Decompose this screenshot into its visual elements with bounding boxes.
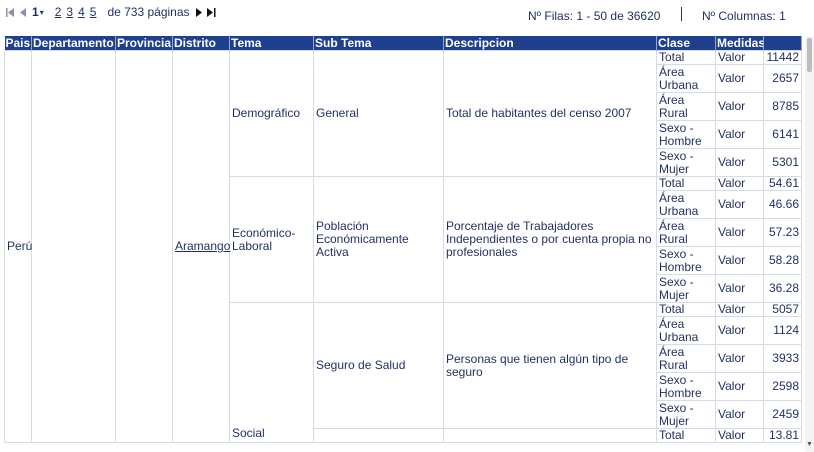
cell-medida: Valor (715, 274, 764, 303)
cell-value: 8785 (763, 92, 802, 121)
cell-clase: Total (656, 428, 716, 443)
cell-value: 36.28 (763, 274, 802, 303)
cell-medida: Valor (715, 218, 764, 247)
cell-clase: Sexo - Hombre (656, 246, 716, 275)
cell-tema: Económico-Laboral (229, 176, 314, 303)
cell-clase: Área Rural (656, 218, 716, 247)
next-page-icon[interactable] (195, 7, 202, 18)
cell-value: 1124 (763, 316, 802, 345)
current-page: 1 (32, 5, 39, 19)
page-link[interactable]: 4 (78, 5, 85, 19)
page-link[interactable]: 2 (55, 5, 62, 19)
cell-subtema: General (313, 50, 444, 177)
cell-value: 2598 (763, 372, 802, 401)
cell-clase: Total (656, 50, 716, 65)
col-header-tema[interactable]: Tema (229, 36, 314, 51)
cell-departamento (31, 50, 116, 443)
data-grid: Pais Departamento Provincia Distrito Tem… (4, 36, 805, 452)
page-link[interactable]: 5 (90, 5, 97, 19)
cell-clase: Sexo - Hombre (656, 372, 716, 401)
cell-pais: Perú (4, 50, 32, 443)
page-count-label: de 733 páginas (107, 5, 190, 19)
page-dropdown-icon[interactable]: ▾ (40, 8, 44, 17)
cell-clase: Área Urbana (656, 316, 716, 345)
cell-clase: Sexo - Mujer (656, 400, 716, 429)
first-page-icon[interactable] (6, 7, 15, 18)
toolbar: 1 ▾ 2 3 4 5 de 733 páginas Nº Filas: 1 -… (0, 0, 814, 36)
cell-medida: Valor (715, 246, 764, 275)
cell-tema: Social (229, 302, 314, 443)
cell-subtema: Seguro de Salud (313, 302, 444, 429)
cell-value: 11442 (763, 50, 802, 65)
col-header-distrito[interactable]: Distrito (172, 36, 230, 51)
cell-value: 58.28 (763, 246, 802, 275)
col-header-subtema[interactable]: Sub Tema (313, 36, 444, 51)
col-header-provincia[interactable]: Provincia (115, 36, 173, 51)
scrollbar-thumb[interactable] (807, 38, 812, 72)
cell-value: 57.23 (763, 218, 802, 247)
cell-medida: Valor (715, 50, 764, 65)
vertical-scrollbar[interactable]: ▼ (805, 36, 814, 452)
cell-medida: Valor (715, 344, 764, 373)
cell-value: 5057 (763, 302, 802, 317)
col-header-descripcion[interactable]: Descripcion (443, 36, 657, 51)
cell-value: 6141 (763, 120, 802, 149)
pivot-table: Pais Departamento Provincia Distrito Tem… (4, 36, 802, 443)
cell-clase: Área Urbana (656, 190, 716, 219)
cell-subtema: Población Económicamente Activa (313, 176, 444, 303)
cell-descripcion: Porcentaje de Trabajadores Independiente… (443, 176, 657, 303)
cell-descripcion: Total de habitantes del censo 2007 (443, 50, 657, 177)
cell-clase: Sexo - Hombre (656, 120, 716, 149)
col-header-departamento[interactable]: Departamento (31, 36, 116, 51)
cell-value: 5301 (763, 148, 802, 177)
cell-medida: Valor (715, 428, 764, 443)
cell-descripcion (443, 428, 657, 443)
cell-clase: Área Rural (656, 344, 716, 373)
cell-value: 2459 (763, 400, 802, 429)
col-header-clase[interactable]: Clase (656, 36, 716, 51)
last-page-icon[interactable] (206, 7, 216, 18)
scroll-down-arrow-icon[interactable]: ▼ (806, 441, 813, 448)
cell-medida: Valor (715, 400, 764, 429)
cell-medida: Valor (715, 372, 764, 401)
cell-clase: Sexo - Mujer (656, 274, 716, 303)
cell-medida: Valor (715, 64, 764, 93)
cell-medida: Valor (715, 302, 764, 317)
cell-clase: Total (656, 176, 716, 191)
header-row: Pais Departamento Provincia Distrito Tem… (4, 36, 802, 51)
col-header-pais[interactable]: Pais (4, 36, 32, 51)
pager: 1 ▾ 2 3 4 5 de 733 páginas (6, 5, 216, 19)
table-row: Perú Aramango Demográfico General Total … (4, 50, 802, 443)
cell-value: 46.66 (763, 190, 802, 219)
cell-value: 2657 (763, 64, 802, 93)
col-header-medidas[interactable]: Medidas (715, 36, 764, 51)
cell-clase: Sexo - Mujer (656, 148, 716, 177)
cell-medida: Valor (715, 92, 764, 121)
cell-clase: Área Urbana (656, 64, 716, 93)
cell-provincia (115, 50, 173, 443)
prev-page-icon[interactable] (20, 7, 27, 18)
cell-medida: Valor (715, 190, 764, 219)
cell-medida: Valor (715, 120, 764, 149)
cell-tema: Demográfico (229, 50, 314, 177)
divider (681, 7, 682, 21)
page-link[interactable]: 3 (66, 5, 73, 19)
cell-medida: Valor (715, 148, 764, 177)
cell-value: 13.81 (763, 428, 802, 443)
cell-descripcion: Personas que tienen algún tipo de seguro (443, 302, 657, 429)
cell-medida: Valor (715, 176, 764, 191)
column-count-label: Nº Columnas: 1 (702, 9, 786, 23)
cell-clase: Área Rural (656, 92, 716, 121)
cell-value: 54.61 (763, 176, 802, 191)
cell-clase: Total (656, 302, 716, 317)
row-count-label: Nº Filas: 1 - 50 de 36620 (528, 9, 661, 23)
cell-medida: Valor (715, 316, 764, 345)
cell-subtema (313, 428, 444, 443)
col-header-value (763, 36, 802, 51)
cell-value: 3933 (763, 344, 802, 373)
cell-distrito-link[interactable]: Aramango (172, 50, 230, 443)
